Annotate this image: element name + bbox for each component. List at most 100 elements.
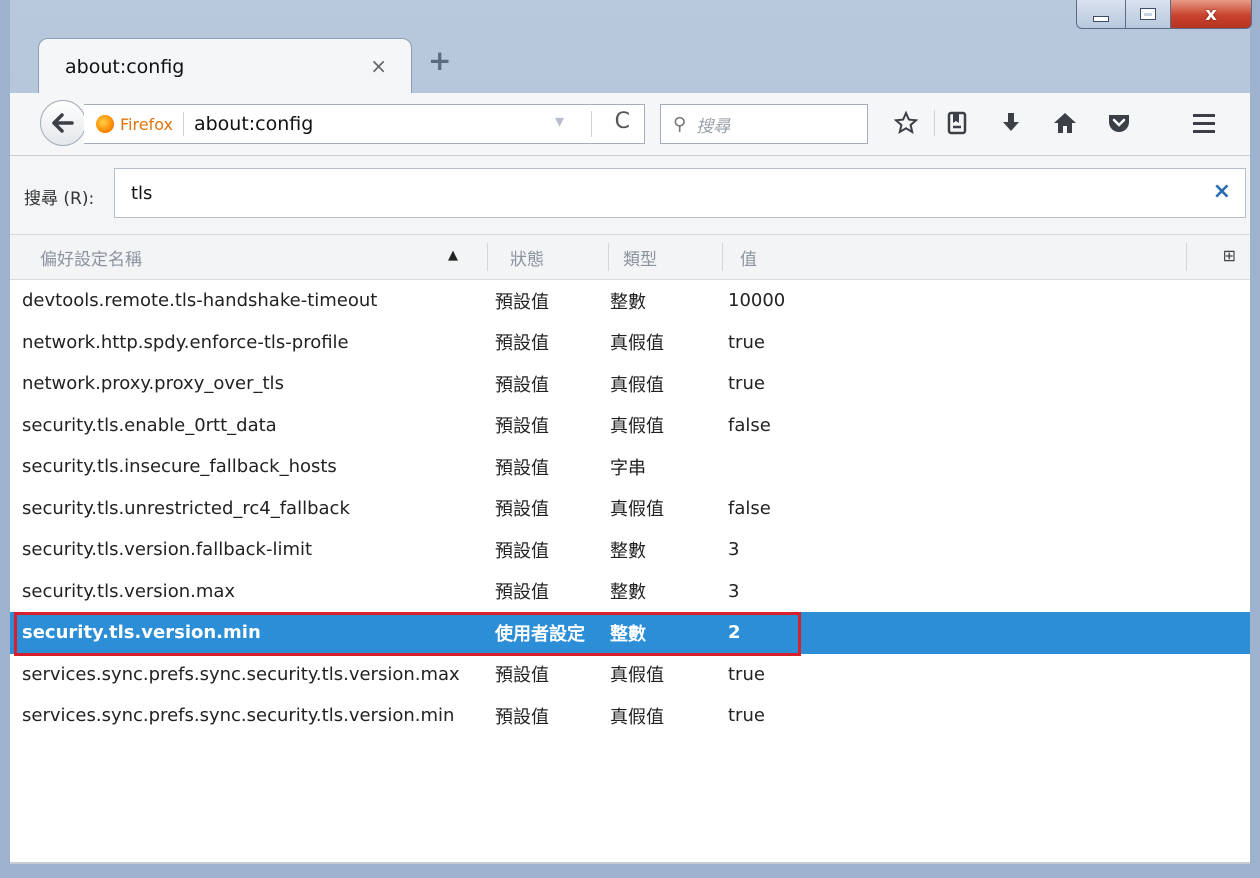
- preferences-list: devtools.remote.tls-handshake-timeout 預設值…: [10, 280, 1250, 737]
- close-window-button[interactable]: x: [1171, 0, 1252, 29]
- preference-value: true: [728, 663, 765, 685]
- column-picker-icon[interactable]: ⊞: [1223, 246, 1236, 265]
- maximize-button[interactable]: [1126, 0, 1171, 29]
- about-config-page: 搜尋 (R): tls × 偏好設定名稱 ▲ 狀態 類型 值 ⊞ devtool…: [10, 156, 1250, 864]
- preference-name: security.tls.version.min: [22, 622, 261, 644]
- preference-row[interactable]: security.tls.version.fallback-limit 預設值 整數…: [10, 529, 1250, 571]
- tab-close-icon[interactable]: ×: [370, 54, 387, 78]
- filter-input[interactable]: tls ×: [114, 168, 1246, 218]
- preference-value: false: [728, 414, 771, 436]
- menu-icon-bar: [1193, 113, 1215, 117]
- preference-row[interactable]: security.tls.unrestricted_rc4_fallback 預設…: [10, 488, 1250, 530]
- filter-value[interactable]: tls: [131, 183, 152, 204]
- preference-type: 整數: [610, 623, 646, 645]
- firefox-logo-icon: [96, 115, 114, 133]
- menu-button[interactable]: [1184, 103, 1224, 143]
- preference-name: security.tls.insecure_fallback_hosts: [22, 456, 337, 478]
- filter-label: 搜尋 (R):: [24, 189, 95, 209]
- tab-about-config[interactable]: about:config ×: [38, 38, 412, 95]
- preference-type: 整數: [610, 582, 646, 604]
- preference-type: 真假值: [610, 333, 664, 355]
- column-header-type[interactable]: 類型: [623, 235, 657, 279]
- window-border-right: [1250, 0, 1260, 878]
- preference-type: 真假值: [610, 706, 664, 728]
- preference-status: 預設值: [495, 706, 549, 728]
- url-input[interactable]: about:config: [194, 113, 313, 135]
- preference-row[interactable]: security.tls.insecure_fallback_hosts 預設值 字…: [10, 446, 1250, 488]
- preference-row[interactable]: security.tls.version.max 預設值 整數 3: [10, 571, 1250, 613]
- preference-row[interactable]: network.http.spdy.enforce-tls-profile 預設值…: [10, 322, 1250, 364]
- navigation-toolbar: Firefox about:config ▾ C ⚲ 搜尋: [10, 93, 1250, 156]
- menu-icon-bar: [1193, 129, 1215, 133]
- preference-name: services.sync.prefs.sync.security.tls.ve…: [22, 663, 460, 685]
- preference-value: 3: [728, 580, 740, 602]
- identity-separator: [182, 112, 184, 136]
- identity-label[interactable]: Firefox: [120, 115, 173, 134]
- preference-name: devtools.remote.tls-handshake-timeout: [22, 290, 378, 312]
- reading-list-icon[interactable]: [937, 103, 977, 143]
- minimize-icon: [1093, 16, 1109, 22]
- search-bar[interactable]: ⚲ 搜尋: [660, 104, 868, 144]
- reload-icon[interactable]: C: [615, 109, 630, 134]
- column-separator: [487, 243, 488, 271]
- caption-buttons: x: [1076, 0, 1252, 30]
- url-bar[interactable]: Firefox about:config ▾ C: [84, 104, 645, 144]
- pocket-icon[interactable]: [1099, 103, 1139, 143]
- column-header-value[interactable]: 值: [740, 235, 757, 279]
- preference-row[interactable]: security.tls.enable_0rtt_data 預設值 真假值 false: [10, 405, 1250, 447]
- window-border-left: [0, 0, 10, 878]
- preference-name: security.tls.enable_0rtt_data: [22, 414, 277, 436]
- preference-row[interactable]: security.tls.version.min 使用者設定 整數 2: [10, 612, 1250, 654]
- minimize-button[interactable]: [1076, 0, 1126, 29]
- search-input[interactable]: 搜尋: [696, 112, 730, 137]
- preference-row[interactable]: services.sync.prefs.sync.security.tls.ve…: [10, 695, 1250, 737]
- preference-row[interactable]: services.sync.prefs.sync.security.tls.ve…: [10, 654, 1250, 696]
- preference-value: true: [728, 331, 765, 353]
- bookmark-star-icon[interactable]: [886, 103, 926, 143]
- back-button[interactable]: [40, 100, 86, 146]
- preference-row[interactable]: network.proxy.proxy_over_tls 預設值 真假值 true: [10, 363, 1250, 405]
- preference-status: 預設值: [495, 333, 549, 355]
- preference-value: 3: [728, 539, 740, 561]
- filter-row: 搜尋 (R): tls ×: [10, 156, 1250, 234]
- search-icon: ⚲: [673, 113, 687, 135]
- downloads-icon[interactable]: [991, 103, 1031, 143]
- preference-status: 預設值: [495, 374, 549, 396]
- new-tab-button[interactable]: +: [428, 44, 451, 77]
- column-header-name[interactable]: 偏好設定名稱: [40, 235, 142, 279]
- preference-name: security.tls.version.max: [22, 580, 236, 602]
- preference-type: 整數: [610, 540, 646, 562]
- preference-type: 整數: [610, 291, 646, 313]
- preference-value: 10000: [728, 290, 786, 312]
- preference-value: 2: [728, 622, 741, 644]
- home-icon[interactable]: [1045, 103, 1085, 143]
- preference-value: true: [728, 373, 765, 395]
- tab-title: about:config: [65, 56, 185, 78]
- preference-status: 預設值: [495, 416, 549, 438]
- window-border-bottom: [0, 864, 1260, 878]
- preference-status: 預設值: [495, 291, 549, 313]
- column-header-status[interactable]: 狀態: [510, 235, 544, 279]
- toolbar-separator: [934, 110, 935, 136]
- preference-type: 真假值: [610, 416, 664, 438]
- preference-type: 字串: [610, 457, 646, 479]
- preference-row[interactable]: devtools.remote.tls-handshake-timeout 預設值…: [10, 280, 1250, 322]
- url-dropdown-icon[interactable]: ▾: [555, 111, 564, 132]
- column-separator: [1186, 243, 1187, 271]
- preference-name: services.sync.prefs.sync.security.tls.ve…: [22, 705, 455, 727]
- menu-icon-bar: [1193, 121, 1215, 125]
- preference-status: 預設值: [495, 499, 549, 521]
- column-separator: [722, 243, 723, 271]
- preference-type: 真假值: [610, 665, 664, 687]
- toolbar-icons: [886, 103, 1153, 143]
- preference-value: true: [728, 705, 765, 727]
- close-icon: x: [1205, 3, 1217, 25]
- preference-name: network.proxy.proxy_over_tls: [22, 373, 284, 395]
- preference-status: 預設值: [495, 457, 549, 479]
- preference-status: 預設值: [495, 665, 549, 687]
- preference-type: 真假值: [610, 499, 664, 521]
- preference-type: 真假值: [610, 374, 664, 396]
- preference-value: false: [728, 497, 771, 519]
- preference-status: 預設值: [495, 582, 549, 604]
- clear-filter-icon[interactable]: ×: [1213, 179, 1231, 204]
